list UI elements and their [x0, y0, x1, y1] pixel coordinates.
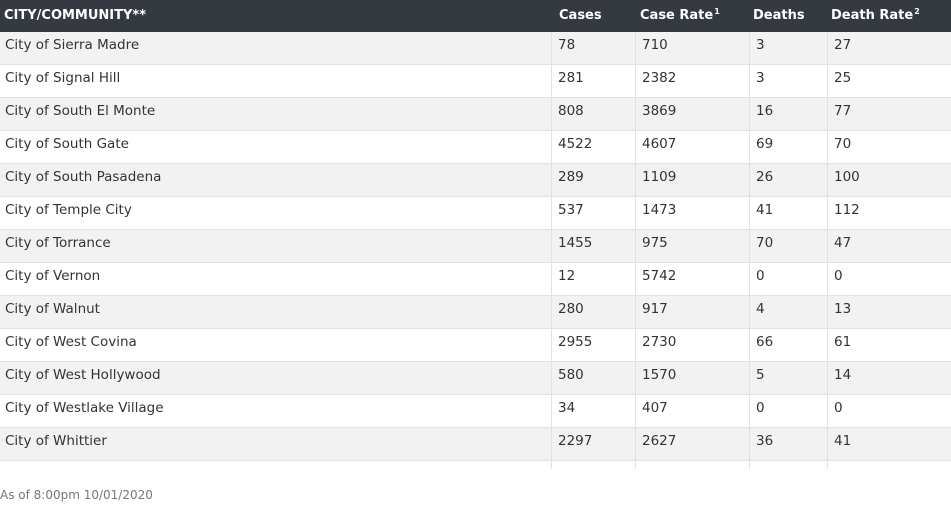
table-row: City of Vernon 12 5742 0 0	[0, 263, 951, 296]
header-case-rate-footnote-marker: 1	[714, 6, 720, 16]
header-city: CITY/COMMUNITY**	[4, 8, 147, 23]
cell-deaths: 66	[749, 329, 827, 362]
cell-city: City of Whittier	[5, 433, 107, 449]
cell-cases: 34	[551, 395, 635, 428]
cell-city: City of Torrance	[5, 235, 111, 251]
cell-cases: 289	[551, 164, 635, 197]
cell-cases: 580	[551, 362, 635, 395]
cell-deaths: 70	[749, 230, 827, 263]
cell-case-rate: 710	[635, 32, 749, 65]
cell-cases: 2297	[551, 428, 635, 461]
cell-deaths: 16	[749, 98, 827, 131]
column-divider	[749, 461, 750, 469]
cell-death-rate: 13	[827, 296, 951, 329]
cell-death-rate: 112	[827, 197, 951, 230]
cell-cases: 281	[551, 65, 635, 98]
table-row: City of Sierra Madre 78 710 3 27	[0, 32, 951, 65]
cell-death-rate: 0	[827, 395, 951, 428]
cell-deaths: 0	[749, 395, 827, 428]
cell-case-rate: 5742	[635, 263, 749, 296]
cell-death-rate: 100	[827, 164, 951, 197]
last-updated-note: As of 8:00pm 10/01/2020	[0, 488, 153, 502]
column-divider	[551, 461, 552, 469]
cell-city: City of Signal Hill	[5, 70, 121, 86]
cell-cases: 78	[551, 32, 635, 65]
cell-case-rate: 2382	[635, 65, 749, 98]
header-death-rate-label: Death Rate	[831, 8, 914, 23]
table-row: City of Walnut 280 917 4 13	[0, 296, 951, 329]
cell-deaths: 36	[749, 428, 827, 461]
cell-case-rate: 917	[635, 296, 749, 329]
cell-death-rate: 27	[827, 32, 951, 65]
cell-cases: 537	[551, 197, 635, 230]
table-row: City of South Gate 4522 4607 69 70	[0, 131, 951, 164]
cell-death-rate: 14	[827, 362, 951, 395]
cell-case-rate: 1109	[635, 164, 749, 197]
cell-deaths: 3	[749, 65, 827, 98]
cell-cases: 280	[551, 296, 635, 329]
cell-cases: 2955	[551, 329, 635, 362]
cell-deaths: 26	[749, 164, 827, 197]
cell-city: City of Temple City	[5, 202, 132, 218]
cell-death-rate: 70	[827, 131, 951, 164]
cell-city: City of Vernon	[5, 268, 101, 284]
cell-deaths: 41	[749, 197, 827, 230]
cell-cases: 4522	[551, 131, 635, 164]
cell-death-rate: 41	[827, 428, 951, 461]
header-case-rate-label: Case Rate	[640, 8, 714, 23]
table-row: City of Temple City 537 1473 41 112	[0, 197, 951, 230]
table-row: City of Westlake Village 34 407 0 0	[0, 395, 951, 428]
table-row: City of Torrance 1455 975 70 47	[0, 230, 951, 263]
table-row: City of West Hollywood 580 1570 5 14	[0, 362, 951, 395]
cell-city: City of West Hollywood	[5, 367, 161, 383]
table-continuation	[0, 461, 951, 469]
table-row: City of Whittier 2297 2627 36 41	[0, 428, 951, 461]
cell-deaths: 3	[749, 32, 827, 65]
cell-case-rate: 4607	[635, 131, 749, 164]
table-row: City of South Pasadena 289 1109 26 100	[0, 164, 951, 197]
header-case-rate: Case Rate1	[640, 0, 720, 32]
cell-city: City of Sierra Madre	[5, 37, 140, 53]
data-table-view: CITY/COMMUNITY** Cases Case Rate1 Deaths…	[0, 0, 951, 506]
cell-death-rate: 47	[827, 230, 951, 263]
cell-case-rate: 975	[635, 230, 749, 263]
table-row: City of South El Monte 808 3869 16 77	[0, 98, 951, 131]
table-row: City of Signal Hill 281 2382 3 25	[0, 65, 951, 98]
cell-death-rate: 25	[827, 65, 951, 98]
table-header: CITY/COMMUNITY** Cases Case Rate1 Deaths…	[0, 0, 951, 32]
cell-case-rate: 3869	[635, 98, 749, 131]
cell-death-rate: 61	[827, 329, 951, 362]
cell-deaths: 4	[749, 296, 827, 329]
cell-city: City of West Covina	[5, 334, 137, 350]
table-body: City of Sierra Madre 78 710 3 27 City of Sign…	[0, 32, 951, 461]
header-deaths: Deaths	[753, 8, 805, 23]
cell-city: City of South El Monte	[5, 103, 156, 119]
cell-death-rate: 77	[827, 98, 951, 131]
cell-case-rate: 407	[635, 395, 749, 428]
column-divider	[827, 461, 828, 469]
cell-death-rate: 0	[827, 263, 951, 296]
column-divider	[635, 461, 636, 469]
table-row: City of West Covina 2955 2730 66 61	[0, 329, 951, 362]
cell-deaths: 69	[749, 131, 827, 164]
cell-cases: 12	[551, 263, 635, 296]
cell-deaths: 0	[749, 263, 827, 296]
cell-city: City of South Pasadena	[5, 169, 162, 185]
cell-city: City of Walnut	[5, 301, 100, 317]
cell-case-rate: 2627	[635, 428, 749, 461]
header-death-rate-footnote-marker: 2	[914, 6, 920, 16]
cell-deaths: 5	[749, 362, 827, 395]
cell-cases: 1455	[551, 230, 635, 263]
cell-city: City of South Gate	[5, 136, 129, 152]
header-death-rate: Death Rate2	[831, 0, 920, 32]
cell-case-rate: 2730	[635, 329, 749, 362]
cell-case-rate: 1473	[635, 197, 749, 230]
cell-case-rate: 1570	[635, 362, 749, 395]
cell-cases: 808	[551, 98, 635, 131]
header-cases: Cases	[559, 8, 602, 23]
cell-city: City of Westlake Village	[5, 400, 164, 416]
